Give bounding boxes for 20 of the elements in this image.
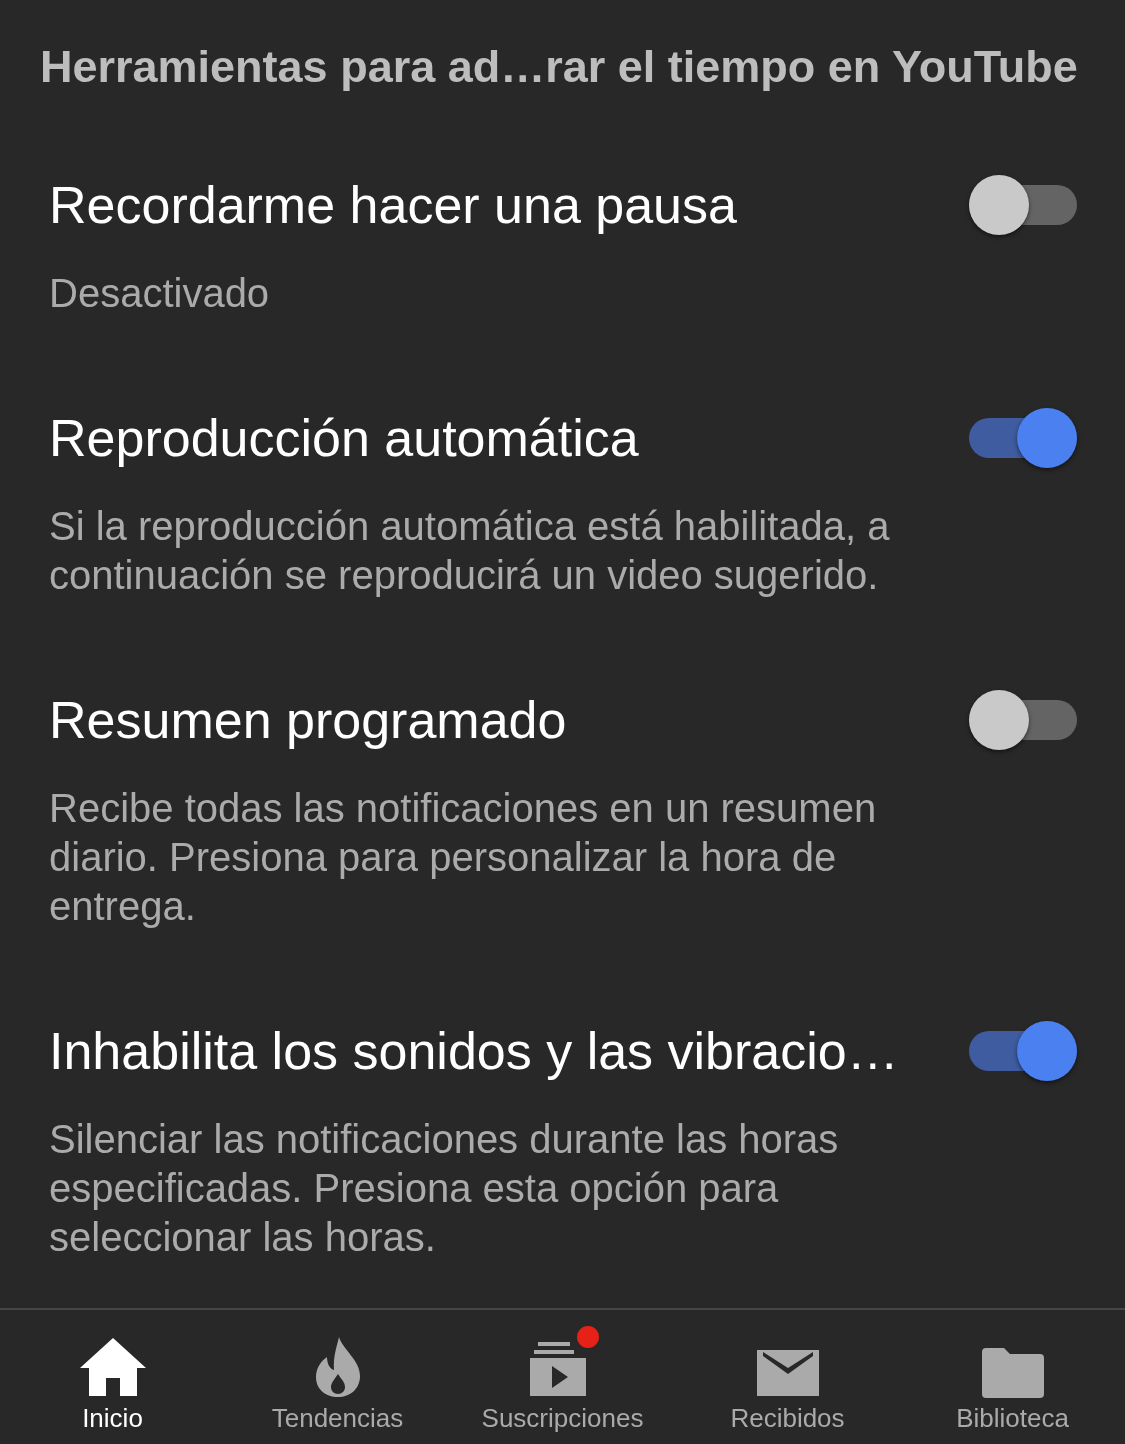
toggle-switch[interactable] <box>969 1021 1077 1081</box>
toggle-switch[interactable] <box>969 175 1077 235</box>
nav-tab[interactable]: Biblioteca <box>900 1310 1125 1444</box>
setting-description: Si la reproducción automática está habilitada, a continuación se reproducirá un video sugerido. <box>49 503 891 599</box>
toggle-switch[interactable] <box>969 690 1077 750</box>
folder-icon <box>981 1348 1044 1398</box>
envelope-icon <box>756 1348 819 1398</box>
nav-tab[interactable]: Inicio <box>0 1310 225 1444</box>
toggle-switch[interactable] <box>969 408 1077 468</box>
setting-title: Resumen programado <box>49 690 567 750</box>
setting-description: Recibe todas las notificaciones en un resumen diario. Presiona para personalizar la hora de entrega. <box>49 785 878 930</box>
screen-title: Herramientas para ad…rar el tiempo en YouTube <box>39 40 1079 94</box>
nav-tab[interactable]: Tendencias <box>225 1310 450 1444</box>
setting-title: Reproducción automática <box>49 408 639 468</box>
setting-title: Recordarme hacer una pausa <box>49 175 737 235</box>
nav-tab[interactable]: Suscripciones <box>450 1310 675 1444</box>
setting-title: Inhabilita los sonidos y las vibracio… <box>49 1021 899 1081</box>
setting-description: Silenciar las notificaciones durante las horas especificadas. Presiona esta opción para seleccionar las horas. <box>49 1116 840 1261</box>
nav-tab[interactable]: Recibidos <box>675 1310 900 1444</box>
setting-description: Desactivado <box>49 270 271 317</box>
